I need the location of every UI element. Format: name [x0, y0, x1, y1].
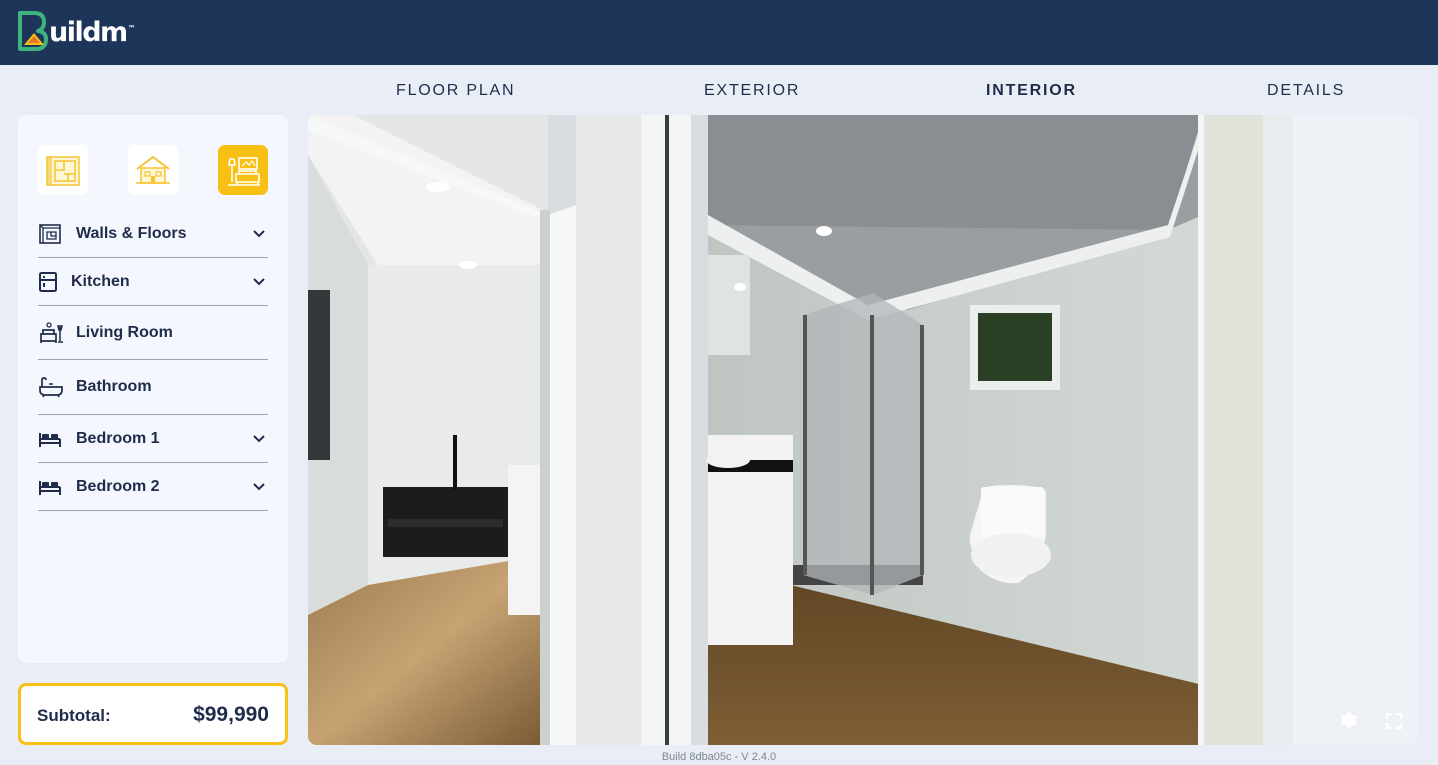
walls-floors-icon [38, 223, 76, 245]
menu-item-living-room[interactable]: Living Room [38, 306, 268, 360]
menu-item-label: Bedroom 2 [76, 477, 160, 495]
options-sidebar: Walls & Floors Kitchen Living Room Bathr… [18, 115, 288, 663]
subtotal-value: $99,990 [193, 703, 269, 726]
living-room-icon [38, 321, 76, 344]
chevron-down-icon[interactable] [252, 482, 266, 492]
settings-button[interactable] [1336, 709, 1360, 733]
bed-icon [38, 477, 76, 497]
house-icon [136, 155, 170, 184]
menu-item-bathroom[interactable]: Bathroom [38, 360, 268, 415]
menu-item-label: Walls & Floors [76, 225, 187, 242]
logo-text: uildm™ [49, 16, 136, 48]
menu-item-bedroom-1[interactable]: Bedroom 1 [38, 415, 268, 463]
menu-item-label: Living Room [76, 323, 173, 341]
bed-icon [38, 429, 76, 449]
floorplan-mode-button[interactable] [38, 145, 88, 195]
living-room-icon [228, 157, 260, 186]
category-menu: Walls & Floors Kitchen Living Room Bathr… [38, 211, 268, 511]
viewer-controls [1336, 709, 1406, 733]
subtotal-box: Subtotal: $99,990 [18, 683, 288, 745]
bathtub-icon [38, 376, 76, 398]
menu-item-kitchen[interactable]: Kitchen [38, 258, 268, 306]
fullscreen-button[interactable] [1382, 709, 1406, 733]
buildm-logo[interactable]: uildm™ [16, 9, 136, 53]
menu-item-label: Bathroom [76, 378, 152, 395]
interior-mode-button[interactable] [218, 145, 268, 195]
tab-exterior[interactable]: EXTERIOR [704, 82, 800, 100]
chevron-down-icon[interactable] [252, 277, 266, 287]
fullscreen-icon [1385, 712, 1403, 730]
menu-item-label: Bedroom 1 [76, 429, 160, 447]
logo-mark-icon [18, 11, 48, 51]
menu-item-bedroom-2[interactable]: Bedroom 2 [38, 463, 268, 511]
tab-details[interactable]: DETAILS [1267, 82, 1345, 100]
menu-item-walls-floors[interactable]: Walls & Floors [38, 211, 268, 258]
blueprint-icon [46, 156, 80, 186]
exterior-mode-button[interactable] [128, 145, 178, 195]
menu-item-label: Kitchen [71, 272, 130, 290]
chevron-down-icon[interactable] [252, 434, 266, 444]
tab-interior[interactable]: INTERIOR [986, 82, 1077, 100]
window-shape [308, 290, 330, 460]
subtotal-label: Subtotal: [37, 706, 111, 725]
app-header: uildm™ [0, 0, 1438, 65]
interior-3d-viewer[interactable] [308, 115, 1418, 745]
build-version-label: Build 8dba05c - V 2.4.0 [661, 751, 777, 763]
interior-render-image [308, 115, 1418, 745]
tab-floor-plan[interactable]: FLOOR PLAN [396, 82, 515, 100]
kitchen-icon [38, 271, 71, 293]
chevron-down-icon[interactable] [252, 229, 266, 239]
settings-icon [1341, 712, 1357, 728]
main-tabs: FLOOR PLAN EXTERIOR INTERIOR DETAILS [0, 78, 1438, 104]
